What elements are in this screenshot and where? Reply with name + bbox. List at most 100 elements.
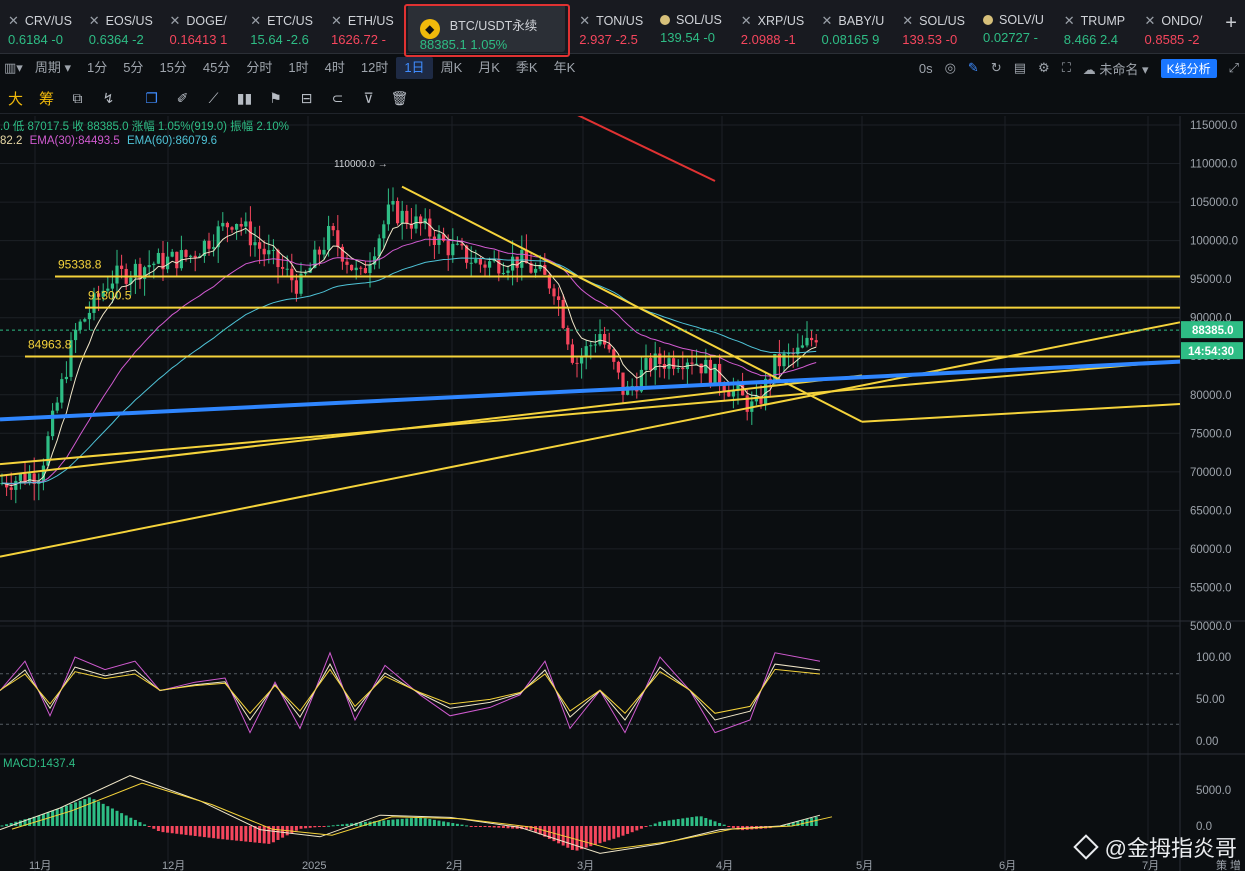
macd-histogram-bar	[175, 826, 179, 834]
interval-7[interactable]: 12时	[353, 57, 396, 79]
macd-histogram-bar	[18, 820, 22, 826]
camera-icon[interactable]: ◎	[945, 60, 956, 76]
brush-icon[interactable]: ✐	[167, 90, 198, 107]
ticker-symbol: CRV/US	[24, 14, 72, 28]
close-icon[interactable]: ✕	[579, 13, 590, 29]
interval-2[interactable]: 15分	[151, 57, 194, 79]
macd-histogram-bar	[662, 821, 666, 826]
interval-9[interactable]: 周K	[433, 57, 471, 79]
ticker-tab-active[interactable]: ◆ BTC/USDT永续 88385.1 1.05%	[407, 4, 566, 52]
close-icon[interactable]: ✕	[331, 13, 342, 29]
fullscreen-icon[interactable]: ⛶	[1062, 60, 1071, 76]
ticker-tab[interactable]: ✕ BABY/U 0.08165 9	[814, 0, 895, 54]
layout-icon[interactable]: ▥▾	[0, 57, 27, 79]
candle-body	[396, 201, 400, 224]
line-tool-icon[interactable]: ⟋	[198, 90, 229, 107]
price-tick-label: 110000.0	[1190, 159, 1237, 171]
candle-body	[800, 345, 804, 348]
kline-analysis-button[interactable]: K线分析	[1160, 58, 1217, 78]
macd-histogram-bar	[580, 826, 584, 850]
ticker-tab[interactable]: SOL/US 139.54 -0	[652, 0, 733, 54]
expand-icon[interactable]: ⤢	[1229, 60, 1239, 76]
ticker-tab[interactable]: ✕ CRV/US 0.6184 -0	[0, 0, 81, 54]
compare-icon[interactable]: ⧉	[62, 90, 93, 107]
macd-histogram-bar	[593, 826, 597, 845]
close-icon[interactable]: ✕	[8, 13, 19, 29]
ticker-tab[interactable]: ✕ XRP/US 2.0988 -1	[733, 0, 814, 54]
redo-icon[interactable]: ↻	[991, 60, 1002, 76]
interval-6[interactable]: 4时	[317, 57, 353, 79]
macd-histogram-bar	[437, 820, 441, 826]
kdj-k-line	[0, 663, 821, 721]
ticker-tab[interactable]: ✕ EOS/US 0.6364 -2	[81, 0, 162, 54]
ticker-change: -2.5	[615, 32, 638, 47]
template-icon[interactable]: ▤	[1014, 60, 1026, 76]
interval-1[interactable]: 5分	[115, 57, 151, 79]
ticker-tab[interactable]: SOLV/U 0.02727 -	[975, 0, 1056, 54]
magnet-icon[interactable]: ⊂	[322, 90, 353, 107]
close-icon[interactable]: ✕	[1145, 13, 1156, 29]
candle-body	[115, 265, 119, 284]
candle-body	[354, 267, 358, 271]
macd-histogram-bar	[474, 826, 478, 827]
ema-legend: 82.2 EMA(30):84493.5 EMA(60):86079.6	[0, 135, 217, 147]
ticker-price: 139.53	[902, 32, 943, 47]
interval-10[interactable]: 月K	[470, 57, 508, 79]
timer-label[interactable]: 0s	[919, 61, 933, 76]
interval-12[interactable]: 年K	[546, 57, 584, 79]
close-icon[interactable]: ✕	[250, 13, 261, 29]
macd-histogram-bar	[304, 826, 308, 829]
interval-5[interactable]: 1时	[280, 57, 316, 79]
ticker-tab[interactable]: ✕ ETH/US 1626.72 -	[323, 0, 404, 54]
candle-body	[64, 376, 68, 380]
layout-name[interactable]: ☁ 未命名 ▾	[1083, 59, 1149, 78]
ticker-tab[interactable]: ✕ TRUMP 8.466 2.4	[1056, 0, 1137, 54]
close-icon[interactable]: ✕	[902, 13, 913, 29]
close-icon[interactable]: ✕	[170, 13, 181, 29]
interval-list: 1分 5分 15分 45分 分时 1时 4时 12时 1日 周K 月K 季K 年K	[79, 57, 583, 79]
candle-tool-icon[interactable]: ▮▮	[229, 90, 260, 107]
interval-11[interactable]: 季K	[508, 57, 546, 79]
interval-3[interactable]: 45分	[195, 57, 238, 79]
period-dropdown[interactable]: 周期 ▾	[27, 57, 79, 79]
trash-icon[interactable]: 🗑	[384, 90, 415, 107]
close-icon[interactable]: ✕	[89, 13, 100, 29]
ticker-price: 15.64	[250, 32, 283, 47]
text-tool-icon[interactable]: ⊟	[291, 90, 322, 107]
ticker-tab[interactable]: ✕ TON/US 2.937 -2.5	[571, 0, 652, 54]
interval-8[interactable]: 1日	[396, 57, 433, 79]
macd-histogram-bar	[653, 823, 657, 826]
macd-histogram-bar	[115, 810, 119, 826]
pen-icon[interactable]: ✎	[968, 60, 979, 76]
ticker-change: 9	[872, 32, 880, 47]
close-icon[interactable]: ✕	[822, 13, 833, 29]
flag-icon[interactable]: ⚑	[260, 90, 291, 107]
copy-icon[interactable]: ❐	[136, 90, 167, 107]
candle-body	[575, 362, 579, 364]
interval-0[interactable]: 1分	[79, 57, 115, 79]
interval-4[interactable]: 分时	[238, 57, 280, 79]
filter-icon[interactable]: ⊽	[353, 90, 384, 107]
binance-logo-icon: ◆	[419, 19, 440, 39]
settings-icon[interactable]: ⚙	[1038, 60, 1050, 76]
ticker-tab[interactable]: ✕ DOGE/0.16413 1	[162, 0, 243, 54]
candle-body	[708, 359, 712, 384]
big-order-button[interactable]: 大	[0, 88, 31, 109]
indicator-icon[interactable]: ↯	[93, 90, 124, 107]
ticker-price: 0.08165	[821, 32, 869, 47]
coin-icon	[660, 15, 671, 25]
date-tick-label: 6月	[999, 860, 1016, 871]
add-tab-button[interactable]: +	[1217, 0, 1245, 53]
ticker-tab[interactable]: ✕ SOL/US 139.53 -0	[894, 0, 975, 54]
macd-histogram-bar	[253, 826, 257, 843]
chip-distribution-button[interactable]: 筹	[31, 88, 62, 109]
kline-chart[interactable]: .0 低 87017.5 收 88385.0 涨幅 1.05%(919.0) 振…	[0, 59, 1245, 871]
date-tick-label: 12月	[162, 860, 185, 871]
ticker-tab[interactable]: ✕ ONDO/0.8585 -2	[1137, 0, 1218, 54]
close-icon[interactable]: ✕	[1064, 13, 1075, 29]
candle-body	[41, 465, 45, 481]
close-icon[interactable]: ✕	[741, 13, 752, 29]
drawing-toolbar: 大 筹 ⧉ ↯ ❐ ✐ ⟋ ▮▮ ⚑ ⊟ ⊂ ⊽ 🗑	[0, 84, 1245, 114]
ticker-tab[interactable]: ✕ ETC/US 15.64 -2.6	[242, 0, 323, 54]
ticker-price: 0.6364	[88, 32, 129, 47]
